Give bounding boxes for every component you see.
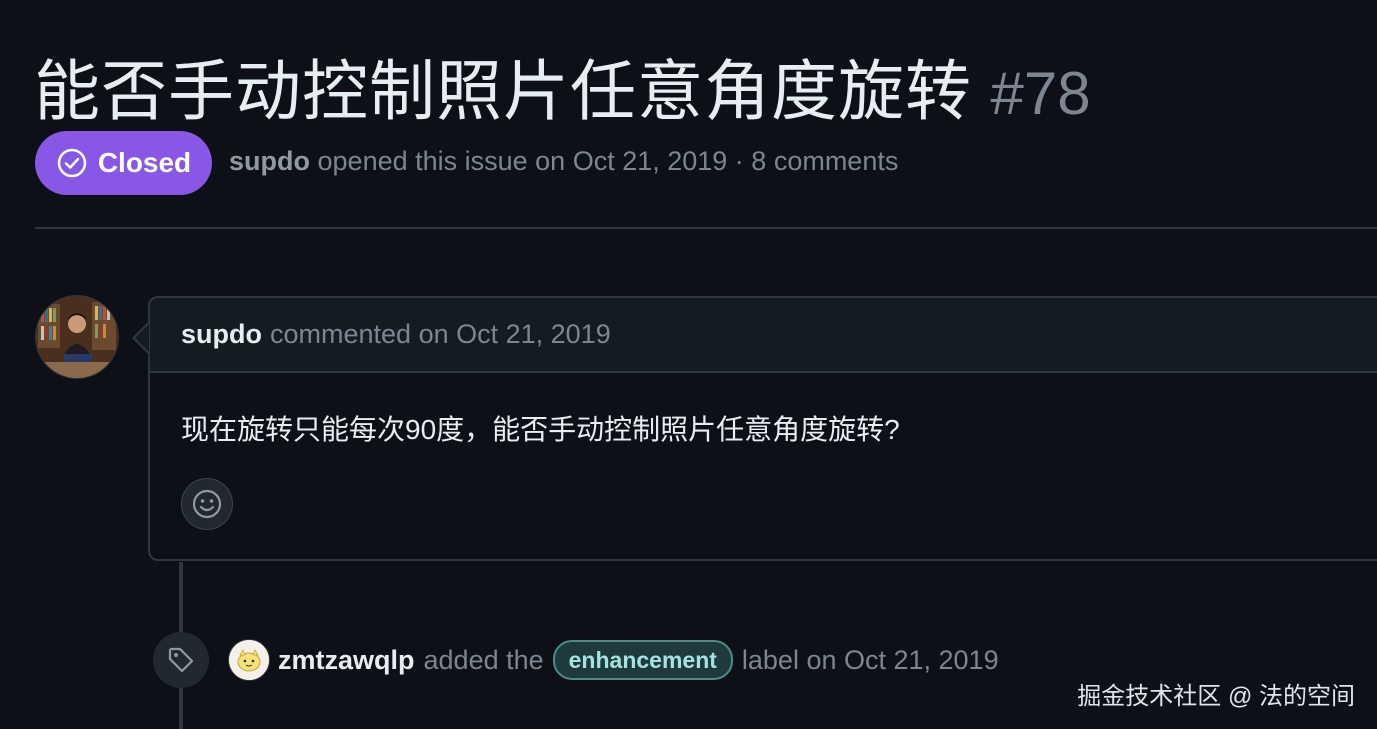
issue-author-link[interactable]: supdo bbox=[229, 146, 310, 176]
avatar[interactable] bbox=[35, 295, 119, 379]
issue-state-badge: Closed bbox=[35, 131, 212, 195]
comment-timestamp[interactable]: commented on Oct 21, 2019 bbox=[270, 319, 611, 350]
issue-number: #78 bbox=[990, 60, 1091, 127]
issue-title-row: 能否手动控制照片任意角度旋转 #78 bbox=[34, 38, 1091, 134]
issue-title: 能否手动控制照片任意角度旋转 bbox=[34, 54, 972, 128]
label-enhancement[interactable]: enhancement bbox=[552, 640, 733, 680]
timeline-event: zmtzawqlp added the enhancement label on… bbox=[278, 640, 999, 680]
event-avatar-image bbox=[229, 640, 269, 680]
tag-icon bbox=[168, 647, 194, 673]
event-text-after[interactable]: label on Oct 21, 2019 bbox=[742, 645, 999, 676]
timeline-event-badge bbox=[153, 632, 209, 688]
comment-pointer-fill bbox=[135, 324, 149, 352]
header-divider bbox=[35, 227, 1377, 229]
comment-card: supdo commented on Oct 21, 2019 现在旋转只能每次… bbox=[148, 296, 1377, 561]
issue-page: 能否手动控制照片任意角度旋转 #78 Closed supdo opened t… bbox=[0, 0, 1377, 729]
comment-author-link[interactable]: supdo bbox=[181, 319, 262, 350]
avatar-photo bbox=[36, 296, 118, 378]
check-circle-icon bbox=[57, 148, 87, 178]
comment-header: supdo commented on Oct 21, 2019 bbox=[150, 298, 1377, 373]
smiley-icon bbox=[192, 489, 222, 519]
event-actor-link[interactable]: zmtzawqlp bbox=[278, 645, 415, 676]
comment-body: 现在旋转只能每次90度，能否手动控制照片任意角度旋转? bbox=[181, 414, 900, 445]
add-reaction-button[interactable] bbox=[181, 478, 233, 530]
event-avatar[interactable] bbox=[228, 639, 270, 681]
watermark: 掘金技术社区 @ 法的空间 bbox=[1077, 683, 1355, 710]
event-text-before: added the bbox=[423, 644, 544, 675]
issue-state-label: Closed bbox=[97, 147, 192, 178]
issue-meta: supdo opened this issue on Oct 21, 2019 … bbox=[229, 146, 898, 177]
issue-meta-text: opened this issue on Oct 21, 2019 · 8 co… bbox=[317, 146, 899, 176]
